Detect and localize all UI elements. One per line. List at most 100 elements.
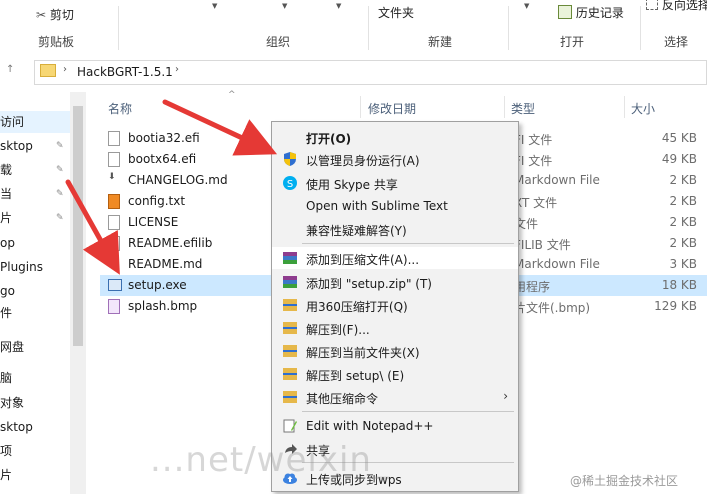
nav-item[interactable]: 项 [0,440,70,462]
column-divider[interactable] [360,96,361,118]
column-header-type[interactable]: 类型 [511,100,535,117]
menu-item-open-360[interactable]: 用360压缩打开(Q) [272,294,518,316]
nav-item[interactable]: 当 ✎ [0,183,70,205]
chevron-right-icon[interactable]: › [63,64,67,75]
nav-scrollbar-thumb[interactable] [73,106,83,346]
up-arrow-icon[interactable]: ↑ [6,64,14,75]
address-bar[interactable]: › HackBGRT-1.5.1 › [34,60,707,85]
history-button[interactable]: 历史记录 [558,4,624,21]
dropdown-arrow-icon[interactable]: ▼ [524,2,529,10]
column-header-name[interactable]: 名称 [108,100,132,117]
file-name: setup.exe [128,278,187,292]
reverse-select-button[interactable]: 反向选择 [646,0,707,13]
ribbon-divider [118,6,119,50]
menu-separator [302,243,514,244]
nav-item[interactable]: 件 [0,302,70,324]
file-type: FI 文件 [514,133,553,147]
file-name: README.md [128,257,203,271]
file-type: 用程序 [514,280,551,294]
nav-item[interactable]: 网盘 [0,336,70,358]
group-organize-label: 组织 [266,35,291,49]
nav-item[interactable]: op [0,232,70,254]
menu-item-run-as-admin[interactable]: 以管理员身份运行(A) [272,148,518,170]
archive-icon [282,320,298,336]
context-menu: 打开(O) 以管理员身份运行(A) S 使用 Skype 共享 Open wit… [271,121,519,492]
archive-icon [282,297,298,313]
menu-separator [302,411,514,412]
nav-item[interactable]: sktop [0,416,70,438]
csdn-watermark: ...net/weixin_ [150,440,390,480]
menu-item-add-zip[interactable]: 添加到 "setup.zip" (T) [272,271,518,293]
chevron-right-icon[interactable]: › [175,64,179,75]
pin-icon[interactable]: ✎ [56,159,64,181]
archive-icon [282,389,298,405]
sublime-file-icon [108,194,120,209]
breadcrumb-current[interactable]: HackBGRT-1.5.1 [77,65,173,79]
markdown-file-icon: ⬇ [108,172,116,182]
nav-item[interactable]: 片 [0,464,70,486]
file-name: bootx64.efi [128,152,197,166]
dropdown-arrow-icon[interactable]: ▼ [212,2,217,10]
file-type: FILIB 文件 [514,238,571,252]
file-type: FI 文件 [514,154,553,168]
file-type: Markdown File [514,173,600,187]
menu-item-add-archive[interactable]: 添加到压缩文件(A)... [272,247,518,269]
ribbon: ✂ 剪切 ▼ ▼ ▼ 文件夹 ▼ 历史记录 反向选择 剪贴板 组织 新建 打开 … [0,0,707,55]
file-size: 2 KB [669,236,697,250]
file-type: XT 文件 [514,196,558,210]
column-divider[interactable] [504,96,505,118]
file-icon [108,152,120,167]
archive-icon [282,343,298,359]
menu-item-notepadpp[interactable]: Edit with Notepad++ [272,415,518,437]
select-icon [646,0,658,10]
file-size: 129 KB [654,299,697,313]
group-open-label: 打开 [560,35,585,49]
menu-item-skype-share[interactable]: S 使用 Skype 共享 [272,172,518,194]
menu-item-open[interactable]: 打开(O) [272,126,518,148]
file-icon [108,215,120,230]
column-divider[interactable] [624,96,625,118]
dropdown-arrow-icon[interactable]: ▼ [336,2,341,10]
pin-icon[interactable]: ✎ [56,135,64,157]
winrar-icon [282,250,298,266]
file-name: splash.bmp [128,299,198,313]
column-header-size[interactable]: 大小 [631,100,655,117]
group-clipboard-label: 剪贴板 [38,35,75,49]
skype-icon: S [282,175,298,191]
nav-item[interactable]: go [0,280,70,302]
history-icon [558,5,572,19]
file-size: 3 KB [669,257,697,271]
exe-icon [108,279,122,291]
archive-icon [282,366,298,382]
menu-item-extract-here[interactable]: 解压到当前文件夹(X) [272,340,518,362]
svg-text:S: S [287,179,293,190]
nav-item[interactable]: Plugins [0,256,70,278]
bitmap-icon [108,299,120,314]
menu-item-extract-to[interactable]: 解压到(F)... [272,317,518,339]
nav-item[interactable]: 片 ✎ [0,207,70,229]
file-size: 18 KB [661,278,697,292]
nav-item[interactable]: 载 ✎ [0,159,70,181]
shield-icon [282,151,298,167]
file-name: LICENSE [128,215,179,229]
file-name: config.txt [128,194,186,208]
ribbon-divider [640,6,641,50]
nav-item[interactable]: 对象 [0,392,70,414]
dropdown-arrow-icon[interactable]: ▼ [282,2,287,10]
menu-item-extract-setup[interactable]: 解压到 setup\ (E) [272,363,518,385]
menu-item-compat-troubleshoot[interactable]: 兼容性疑难解答(Y) [272,218,518,240]
pin-icon[interactable]: ✎ [56,207,64,229]
pin-icon[interactable]: ✎ [56,183,64,205]
nav-item[interactable]: 访问 [0,111,70,133]
new-folder-label[interactable]: 文件夹 [378,4,414,21]
column-header-modified[interactable]: 修改日期 [368,100,416,117]
menu-item-other-compress[interactable]: 其他压缩命令 › [272,386,518,408]
menu-item-open-sublime[interactable]: Open with Sublime Text [272,195,518,217]
history-label: 历史记录 [575,6,624,20]
file-size: 2 KB [669,194,697,208]
nav-item[interactable]: sktop ✎ [0,135,70,157]
file-size: 49 KB [661,152,697,166]
markdown-file-icon: ⬇ [108,256,116,266]
nav-item[interactable]: 脑 [0,367,70,389]
cut-button[interactable]: ✂ 剪切 [36,6,74,23]
